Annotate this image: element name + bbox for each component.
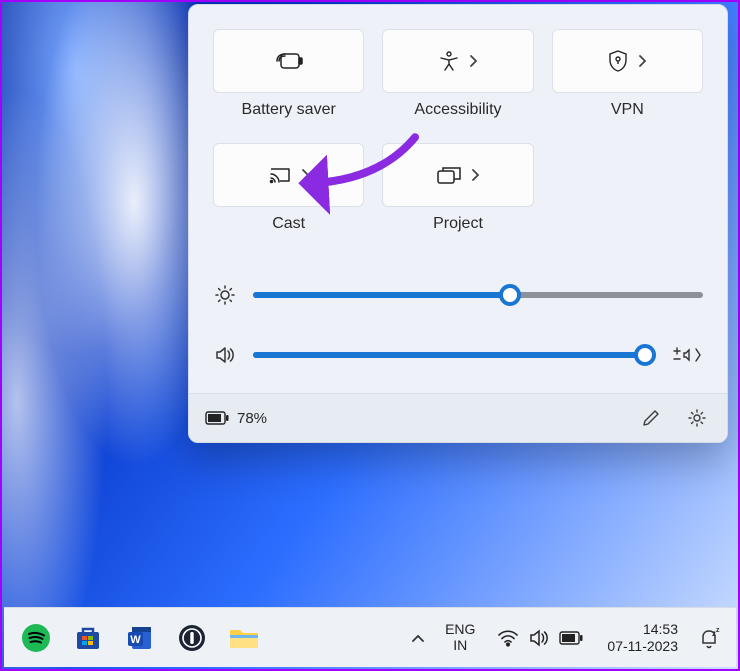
word-app-icon[interactable]: W [118,616,162,660]
microsoft-store-app-icon[interactable] [66,616,110,660]
chevron-right-icon [637,54,647,68]
wifi-icon [497,629,519,647]
spotify-app-icon[interactable] [14,616,58,660]
lang-top: ENG [445,622,475,637]
tile-label: Battery saver [242,101,336,119]
volume-row [213,339,703,371]
cast-icon [268,165,292,185]
quick-settings-grid: Battery saver Accessibility [213,29,703,251]
system-tray[interactable] [487,625,593,651]
tile-label: Cast [272,215,305,233]
vpn-shield-icon [607,49,629,73]
gear-icon [687,408,707,428]
volume-slider[interactable] [253,352,653,358]
svg-text:z: z [716,627,720,634]
edit-quick-settings-button[interactable] [637,404,665,432]
chevron-right-icon [470,168,480,182]
tile-label: VPN [611,101,644,119]
brightness-row [213,279,703,311]
tray-volume-icon [529,629,549,647]
battery-pct-label: 78% [237,410,267,427]
battery-saver-tile[interactable] [213,29,364,93]
file-explorer-app-icon[interactable] [222,616,266,660]
do-not-disturb-button[interactable]: z z [692,621,726,655]
battery-saver-icon [275,51,303,71]
tile-label: Accessibility [414,101,501,119]
battery-status[interactable]: 78% [205,410,267,427]
clock-date: 07-11-2023 [607,638,678,654]
clock[interactable]: 14:53 07-11-2023 [599,621,686,653]
audio-output-button[interactable] [669,345,703,365]
quick-settings-footer: 78% [189,393,727,442]
accessibility-tile[interactable] [382,29,533,93]
language-indicator[interactable]: ENG IN [439,622,481,653]
lang-bot: IN [445,638,475,653]
brightness-slider[interactable] [253,292,703,298]
vpn-tile[interactable] [552,29,703,93]
accessibility-icon [438,50,460,72]
do-not-disturb-icon: z z [697,627,721,649]
pencil-icon [641,408,661,428]
tray-overflow-button[interactable] [403,616,433,660]
chevron-right-icon [468,54,478,68]
battery-icon [205,411,229,425]
project-icon [436,165,462,185]
taskbar: W ENG IN 14:53 [4,607,736,667]
brightness-icon [213,284,237,306]
quick-settings-panel: Battery saver Accessibility [188,4,728,443]
settings-button[interactable] [683,404,711,432]
volume-icon [213,344,237,366]
tray-battery-icon [559,631,583,645]
tile-label: Project [433,215,483,233]
onepassword-app-icon[interactable] [170,616,214,660]
clock-time: 14:53 [607,621,678,637]
svg-text:W: W [130,634,141,646]
